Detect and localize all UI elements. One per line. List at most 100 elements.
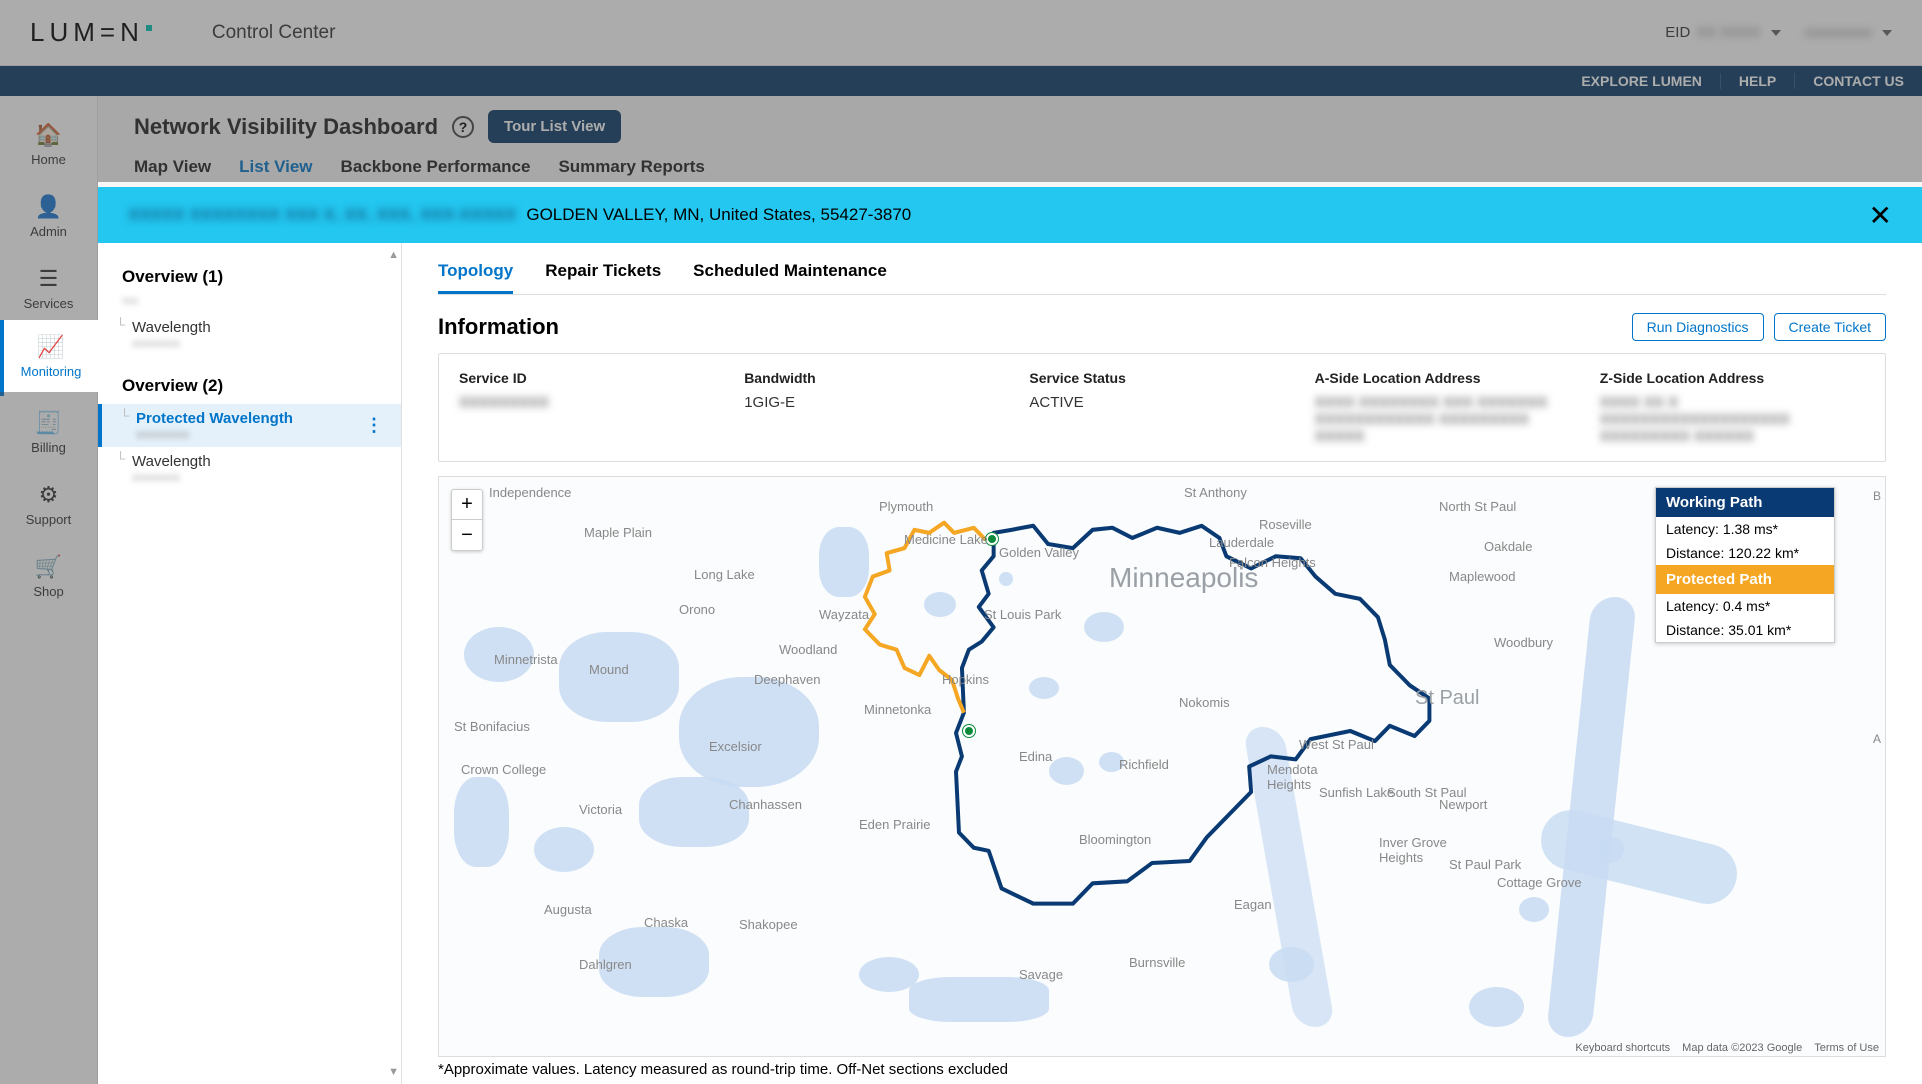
- tour-button[interactable]: Tour List View: [488, 110, 621, 143]
- tab-map-view[interactable]: Map View: [134, 157, 211, 177]
- topology-map[interactable]: Minneapolis St Paul Independence Plymout…: [438, 476, 1886, 1057]
- tab-repair-tickets[interactable]: Repair Tickets: [545, 261, 661, 294]
- scroll-down-icon[interactable]: ▼: [388, 1066, 399, 1078]
- rail-support[interactable]: ⚙Support: [0, 468, 97, 540]
- legend-protected-header: Protected Path: [1656, 565, 1834, 594]
- page-title: Network Visibility Dashboard: [134, 114, 438, 140]
- contact-link[interactable]: CONTACT US: [1813, 73, 1904, 89]
- label-hopkins: Hopkins: [942, 672, 989, 687]
- detail-tabs: Topology Repair Tickets Scheduled Mainte…: [438, 261, 1886, 295]
- tree-protected-wavelength[interactable]: Protected Wavelengthxxxxxxxx ⋮: [98, 404, 401, 447]
- map-marker-b: B: [1873, 489, 1881, 503]
- rail-monitoring[interactable]: 📈Monitoring: [0, 324, 97, 396]
- label-st-louis-park: St Louis Park: [984, 607, 1061, 622]
- val-a-side: XXXX XXXXXXXX XXX XXXXXXX XXXXXXXXXXXX X…: [1315, 394, 1580, 445]
- help-link[interactable]: HELP: [1739, 73, 1795, 89]
- map-attribution: Keyboard shortcuts Map data ©2023 Google…: [1575, 1042, 1879, 1054]
- user-dropdown[interactable]: xxxxxxxxx: [1805, 24, 1893, 41]
- legend-protected-distance: Distance: 35.01 km*: [1656, 618, 1834, 642]
- label-minnetrista: Minnetrista: [494, 652, 558, 667]
- nav-rail: 🏠Home 👤Admin ☰Services 📈Monitoring 🧾Bill…: [0, 96, 98, 1084]
- help-icon[interactable]: ?: [452, 116, 474, 138]
- overview-2-header[interactable]: Overview (2): [98, 368, 401, 404]
- label-st-paul-park: St Paul Park: [1449, 857, 1521, 872]
- col-bandwidth: Bandwidth: [744, 370, 1009, 386]
- label-lauderdale: Lauderdale: [1209, 535, 1274, 550]
- zoom-out-button[interactable]: −: [452, 520, 482, 550]
- label-oakdale: Oakdale: [1484, 539, 1532, 554]
- attr-keyboard[interactable]: Keyboard shortcuts: [1575, 1042, 1670, 1054]
- label-long-lake: Long Lake: [694, 567, 755, 582]
- tab-scheduled-maintenance[interactable]: Scheduled Maintenance: [693, 261, 887, 294]
- scroll-up-icon[interactable]: ▲: [388, 249, 399, 261]
- label-shakopee: Shakopee: [739, 917, 798, 932]
- main-area: Network Visibility Dashboard ? Tour List…: [98, 96, 1922, 1084]
- label-roseville: Roseville: [1259, 517, 1312, 532]
- label-dahlgren: Dahlgren: [579, 957, 632, 972]
- utility-bar: EXPLORE LUMEN HELP CONTACT US: [0, 66, 1922, 96]
- val-z-side: XXXX XX X XXXXXXXXXXXXXXXXXXX XXXXXXXXX …: [1600, 394, 1865, 445]
- label-edina: Edina: [1019, 749, 1052, 764]
- label-medicine-lake: Medicine Lake: [904, 532, 988, 547]
- view-tabs: Map View List View Backbone Performance …: [134, 157, 1886, 177]
- label-golden-valley: Golden Valley: [999, 545, 1079, 560]
- tree-wavelength-2[interactable]: Wavelengthxxxxxxxx: [98, 447, 401, 490]
- chevron-down-icon: [1771, 30, 1781, 36]
- create-ticket-button[interactable]: Create Ticket: [1774, 313, 1886, 341]
- banner-location: GOLDEN VALLEY, MN, United States, 55427-…: [526, 205, 911, 225]
- legend-protected-latency: Latency: 0.4 ms*: [1656, 594, 1834, 618]
- attr-mapdata: Map data ©2023 Google: [1682, 1042, 1802, 1054]
- label-maplewood: Maplewood: [1449, 569, 1516, 584]
- map-marker-a: A: [1873, 732, 1881, 746]
- label-wayzata: Wayzata: [819, 607, 869, 622]
- label-crown: Crown College: [461, 762, 546, 777]
- col-z-side: Z-Side Location Address: [1600, 370, 1865, 386]
- label-stpaul: St Paul: [1415, 687, 1479, 710]
- page-header: Network Visibility Dashboard ? Tour List…: [98, 96, 1922, 177]
- tree-wavelength-1[interactable]: Wavelengthxxxxxxxx: [98, 313, 401, 356]
- brand-logo: LUM=N: [30, 17, 152, 48]
- tab-summary[interactable]: Summary Reports: [558, 157, 704, 177]
- rail-billing[interactable]: 🧾Billing: [0, 396, 97, 468]
- label-plymouth: Plymouth: [879, 499, 933, 514]
- pulse-icon: 📈: [37, 338, 64, 364]
- explore-link[interactable]: EXPLORE LUMEN: [1581, 73, 1721, 89]
- user-icon: 👤: [35, 194, 62, 220]
- overview-1-header[interactable]: Overview (1): [98, 259, 401, 295]
- val-status: ACTIVE: [1029, 394, 1294, 445]
- rail-home[interactable]: 🏠Home: [0, 108, 97, 180]
- label-bloomington: Bloomington: [1079, 832, 1151, 847]
- label-west-stpaul: West St Paul: [1299, 737, 1374, 752]
- invoice-icon: 🧾: [35, 410, 62, 436]
- kebab-icon[interactable]: ⋮: [365, 415, 383, 436]
- label-falcon: Falcon Heights: [1229, 555, 1316, 570]
- label-independence: Independence: [489, 485, 571, 500]
- tab-topology[interactable]: Topology: [438, 261, 513, 294]
- rail-services[interactable]: ☰Services: [0, 252, 97, 324]
- zoom-in-button[interactable]: +: [452, 490, 482, 520]
- home-icon: 🏠: [35, 122, 62, 148]
- cart-icon: 🛒: [35, 554, 62, 580]
- val-bandwidth: 1GIG-E: [744, 394, 1009, 445]
- tab-backbone[interactable]: Backbone Performance: [341, 157, 531, 177]
- zoom-control: + −: [451, 489, 483, 551]
- label-burnsville: Burnsville: [1129, 955, 1185, 970]
- banner-blur: XXXXX XXXXXXXX XXX X, XX, XXX, XXX-XXXXX: [128, 205, 516, 225]
- label-st-anthony: St Anthony: [1184, 485, 1247, 500]
- label-chanhassen: Chanhassen: [729, 797, 802, 812]
- eid-dropdown[interactable]: EID XX XXXX: [1665, 24, 1780, 41]
- information-heading: Information: [438, 314, 559, 340]
- label-excelsior: Excelsior: [709, 739, 762, 754]
- close-icon[interactable]: ✕: [1869, 199, 1892, 232]
- col-status: Service Status: [1029, 370, 1294, 386]
- label-eden-prairie: Eden Prairie: [859, 817, 931, 832]
- tab-list-view[interactable]: List View: [239, 157, 312, 177]
- label-nokomis: Nokomis: [1179, 695, 1230, 710]
- attr-terms[interactable]: Terms of Use: [1814, 1042, 1879, 1054]
- label-maple-plain: Maple Plain: [584, 525, 652, 540]
- chevron-down-icon: [1882, 30, 1892, 36]
- rail-shop[interactable]: 🛒Shop: [0, 540, 97, 612]
- rail-admin[interactable]: 👤Admin: [0, 180, 97, 252]
- label-sunfish: Sunfish Lake: [1319, 785, 1394, 800]
- run-diagnostics-button[interactable]: Run Diagnostics: [1632, 313, 1764, 341]
